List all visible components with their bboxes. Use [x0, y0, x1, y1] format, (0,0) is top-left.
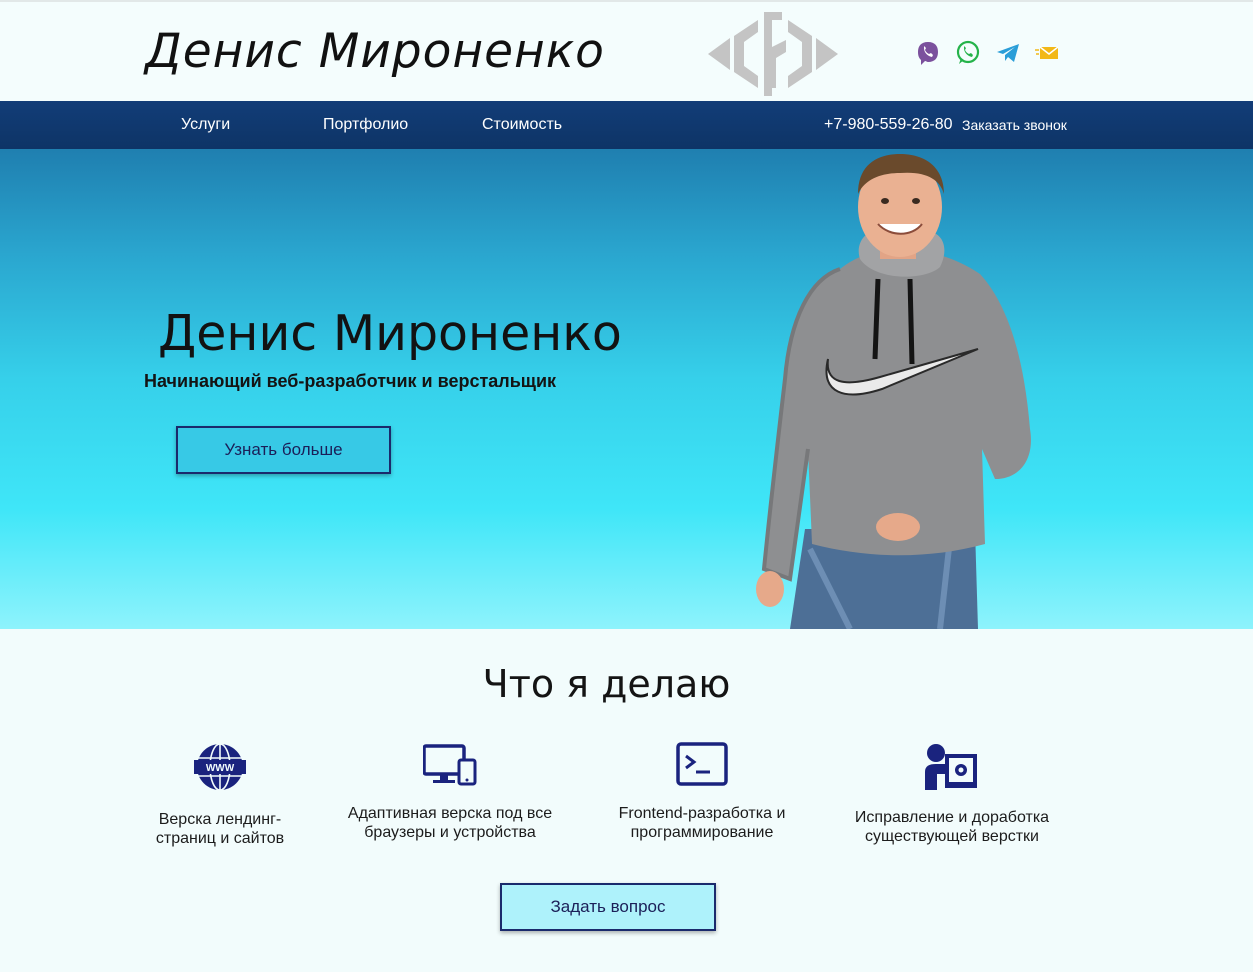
service-item-landing: WWW Верска лендинг- страниц и сайтов: [120, 742, 320, 848]
telegram-icon[interactable]: [995, 40, 1021, 66]
callback-link[interactable]: Заказать звонок: [962, 101, 1067, 149]
hero-title: Денис Мироненко: [158, 305, 622, 362]
hero-section: Денис Мироненко Начинающий веб-разработч…: [0, 149, 1253, 629]
devices-icon: [423, 744, 477, 786]
service-item-responsive: Адаптивная верска под все браузеры и уст…: [330, 742, 570, 842]
code-brackets-logo[interactable]: [706, 8, 840, 100]
main-nav: Услуги Портфолио Стоимость +7-980-559-26…: [0, 101, 1253, 149]
service-item-fixes: Исправление и доработка существующей вер…: [842, 742, 1062, 846]
hero-subtitle: Начинающий веб-разработчик и верстальщик: [144, 371, 557, 391]
terminal-icon: [676, 742, 728, 786]
service-label: Верска лендинг- страниц и сайтов: [155, 811, 285, 847]
service-item-frontend: Frontend-разработка и программирование: [602, 742, 802, 842]
svg-text:WWW: WWW: [206, 763, 235, 774]
phone-link[interactable]: +7-980-559-26-80: [824, 101, 953, 149]
portrait-photo: [756, 154, 1031, 629]
nav-item-services[interactable]: Услуги: [181, 101, 230, 149]
service-label: Адаптивная верска под все браузеры и уст…: [347, 805, 553, 841]
email-icon[interactable]: [1035, 40, 1061, 66]
developer-icon: [925, 744, 977, 790]
services-title: Что я делаю: [482, 662, 731, 706]
learn-more-button[interactable]: Узнать больше: [176, 426, 391, 474]
service-label: Frontend-разработка и программирование: [618, 805, 786, 841]
nav-item-pricing[interactable]: Стоимость: [482, 101, 562, 149]
whatsapp-icon[interactable]: [955, 40, 981, 66]
site-header: Денис Мироненко: [0, 0, 1253, 101]
nav-item-portfolio[interactable]: Портфолио: [323, 101, 408, 149]
service-label: Исправление и доработка существующей вер…: [854, 809, 1050, 845]
brand-title[interactable]: Денис Мироненко: [145, 24, 605, 79]
ask-question-button[interactable]: Задать вопрос: [500, 883, 716, 931]
globe-icon: WWW: [194, 743, 246, 791]
viber-icon[interactable]: [915, 40, 941, 66]
